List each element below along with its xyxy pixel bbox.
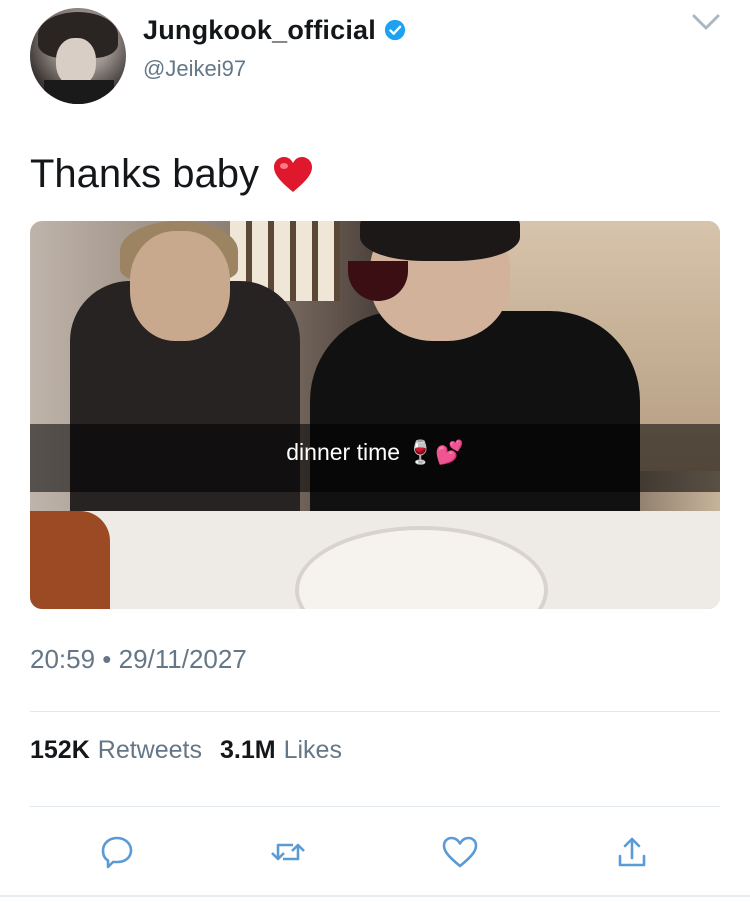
retweet-icon: [271, 843, 305, 861]
share-icon: [618, 837, 646, 867]
tweet-text: Thanks baby: [30, 152, 313, 197]
retweet-button[interactable]: [268, 832, 308, 872]
user-handle[interactable]: @Jeikei97: [143, 56, 246, 82]
avatar-collar: [44, 80, 114, 104]
photo-food: [30, 511, 110, 609]
name-row: Jungkook_official: [143, 12, 406, 48]
reply-button[interactable]: [97, 832, 137, 872]
tweet-timestamp[interactable]: 20:59 • 29/11/2027: [30, 644, 247, 675]
user-name[interactable]: Jungkook_official: [143, 15, 376, 46]
avatar[interactable]: [30, 8, 126, 104]
tweet-body: Thanks baby: [30, 152, 260, 196]
red-heart-emoji-icon: [274, 156, 313, 192]
tweet-photo[interactable]: dinner time 🍷💕: [30, 221, 720, 609]
avatar-face: [56, 38, 96, 86]
likes-count[interactable]: 3.1M: [220, 736, 276, 765]
reply-icon: [101, 836, 133, 869]
chevron-down-icon[interactable]: [690, 10, 722, 34]
stats-spacer: [202, 736, 220, 765]
photo-person-right-hair: [360, 221, 520, 261]
divider: [30, 711, 720, 712]
divider: [30, 806, 720, 807]
bottom-divider: [0, 895, 750, 897]
photo-caption: dinner time 🍷💕: [286, 439, 464, 465]
like-button[interactable]: [440, 832, 480, 872]
verified-badge-icon: [384, 19, 406, 41]
likes-label[interactable]: Likes: [284, 736, 342, 765]
photo-person-left-head: [130, 231, 230, 341]
retweets-count[interactable]: 152K: [30, 736, 90, 765]
retweets-label[interactable]: Retweets: [98, 736, 202, 765]
like-icon: [442, 836, 478, 868]
share-button[interactable]: [612, 832, 652, 872]
tweet-stats: 152K Retweets 3.1M Likes: [30, 736, 342, 765]
